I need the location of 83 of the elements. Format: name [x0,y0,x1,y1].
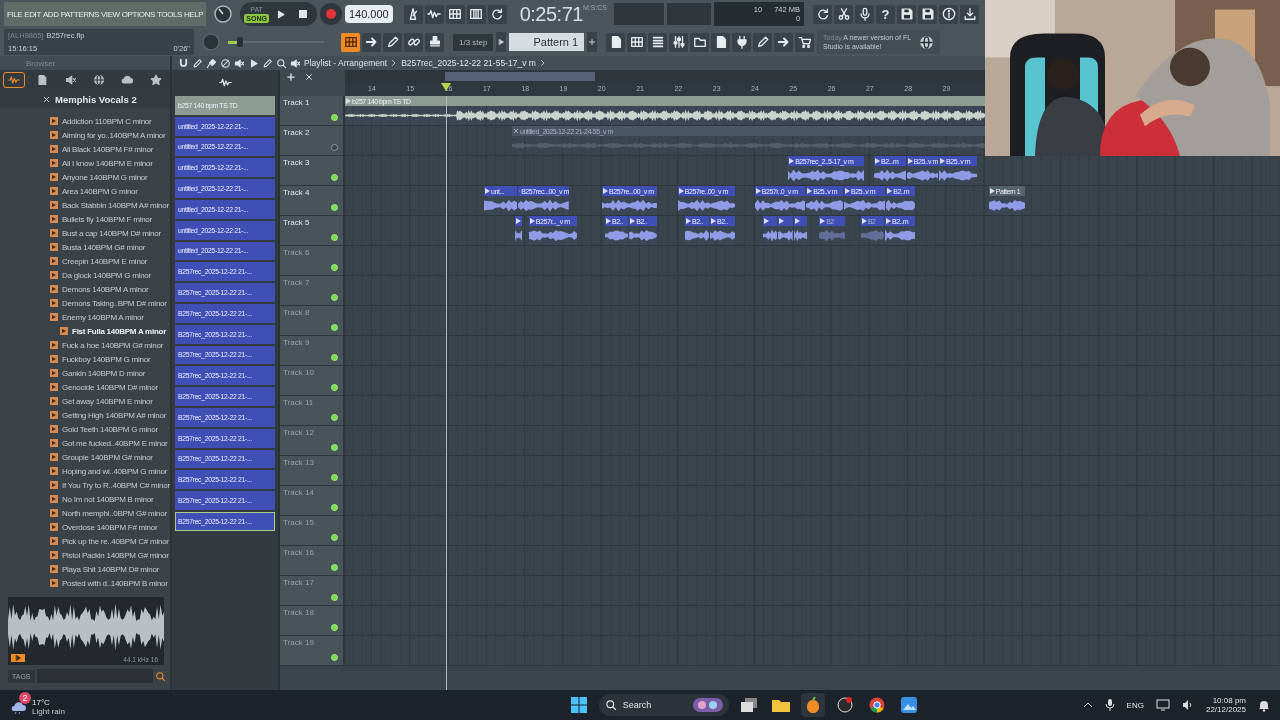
sample-item[interactable]: Gankin 140BPM D minor [0,366,170,380]
sample-item[interactable]: Area 140BPM G minor [0,184,170,198]
sample-item[interactable]: Anyone 140BPM G minor [0,170,170,184]
current-clip: B257rec_2025-12-22 21-55-17_v m [401,58,536,68]
track-name: Track 17 [283,578,314,587]
sample-item[interactable]: Enemy 140BPM A minor [0,310,170,324]
sample-item[interactable]: Addiction 110BPM C minor [0,114,170,128]
language-indicator[interactable]: ENG [1126,700,1144,710]
track-header[interactable]: Track 3 [280,156,345,185]
sample-item[interactable]: No Im not 140BPM B minor [0,492,170,506]
track-name: Track 2 [283,128,310,137]
track-header[interactable]: Track 2 [280,126,345,155]
sample-item[interactable]: Bullets fly 140BPM F minor [0,212,170,226]
track-name: Track 16 [283,548,314,557]
clock[interactable]: 10:08 pm 22/12/2025 [1205,696,1246,714]
snap-selector[interactable]: 1/3 step [453,33,494,51]
track-name: Track 1 [283,98,310,107]
menu-item[interactable]: PATTERNS [59,9,100,19]
track-name: Track 19 [283,638,314,647]
menu-item[interactable]: HELP [183,9,205,19]
sample-item[interactable]: Bust a cap 140BPM D# minor [0,226,170,240]
sample-item[interactable]: Got me fucked..40BPM E minor [0,436,170,450]
sample-item[interactable]: Playa Shit 140BPM D# minor [0,562,170,576]
clock-time: 10:08 pm [1212,696,1246,705]
track-name: Track 10 [283,368,314,377]
sample-item[interactable]: Overdose 140BPM F# minor [0,520,170,534]
weather-widget[interactable]: 2 17°C Light rain [10,692,65,718]
track-header[interactable]: Track 4 [280,186,345,215]
track-name: Track 3 [283,158,310,167]
sample-item[interactable]: Creepin 140BPM E minor [0,254,170,268]
sample-item[interactable]: Back Stabbin 140BPM A# minor [0,198,170,212]
menu-item[interactable]: TOOLS [156,9,183,19]
sample-item[interactable]: Get away 140BPM E minor [0,394,170,408]
sample-item[interactable]: Genocide 140BPM D# minor [0,380,170,394]
sample-item[interactable]: Demons 140BPM A minor [0,282,170,296]
menu-item[interactable]: OPTIONS [120,9,156,19]
weather-text: Light rain [32,707,65,716]
sample-item[interactable]: North memphi..0BPM G# minor [0,506,170,520]
temperature: 17°C [32,698,51,707]
menu-item[interactable]: EDIT [23,9,42,19]
sample-item[interactable]: Busta 140BPM G# minor [0,240,170,254]
sample-item[interactable]: Fist Fulla 140BPM A minor [0,324,170,338]
track-header[interactable]: Track 1 [280,96,345,125]
clock-date: 22/12/2025 [1205,705,1246,714]
menu-item[interactable]: ADD [41,9,60,19]
track-name: Track 6 [283,248,310,257]
sample-item[interactable]: Posted with d..140BPM B minor [0,576,170,590]
track-name: Track 12 [283,428,314,437]
track-name: Track 7 [283,278,310,287]
track-name: Track 13 [283,458,314,467]
pattern-selector[interactable]: Pattern 1 [509,33,585,51]
sample-item[interactable]: Hoping and wi..40BPM G minor [0,464,170,478]
track-name: Track 8 [283,308,310,317]
playlist-title: Playlist - Arrangement [304,58,388,68]
track-name: Track 11 [283,398,314,407]
sample-item[interactable]: Fuck a hoe 140BPM G# minor [0,338,170,352]
search-button[interactable]: Search [598,694,729,716]
track-name: Track 15 [283,518,314,527]
sample-item[interactable]: Da glock 140BPM G minor [0,268,170,282]
track-name: Track 4 [283,188,310,197]
sample-item[interactable]: Aiming for yo..140BPM A minor [0,128,170,142]
sample-item[interactable]: Getting High 140BPM A# minor [0,408,170,422]
menu-item[interactable]: FILE [6,9,24,19]
menu-item[interactable]: VIEW [99,9,121,19]
track-name: Track 18 [283,608,314,617]
notification-badge: 2 [19,692,31,704]
track-name: Track 14 [283,488,314,497]
track-name: Track 5 [283,218,310,227]
sample-item[interactable]: Demons Taking..BPM D# minor [0,296,170,310]
sample-item[interactable]: All I know 140BPM E minor [0,156,170,170]
help-button[interactable]: ? [876,4,896,24]
tempo-field[interactable]: 140.000 [344,5,393,23]
track-header[interactable]: Track 5 [280,216,345,245]
sample-item[interactable]: If You Try to R..40BPM C# minor [0,478,170,492]
track-name: Track 9 [283,338,310,347]
sample-item[interactable]: All Black 140BPM F# minor [0,142,170,156]
sample-item[interactable]: Pistol Packin 140BPM G# minor [0,548,170,562]
sample-item[interactable]: Fuckboy 140BPM G minor [0,352,170,366]
folder-item[interactable]: Memphis Vocals 2 [0,90,170,108]
sample-item[interactable]: Gold Teeth 140BPM G minor [0,422,170,436]
sample-item[interactable]: Groupie 140BPM G# minor [0,450,170,464]
sample-item[interactable]: Pick up the re..40BPM C# minor [0,534,170,548]
song-time: 0:25:71 [519,2,583,26]
